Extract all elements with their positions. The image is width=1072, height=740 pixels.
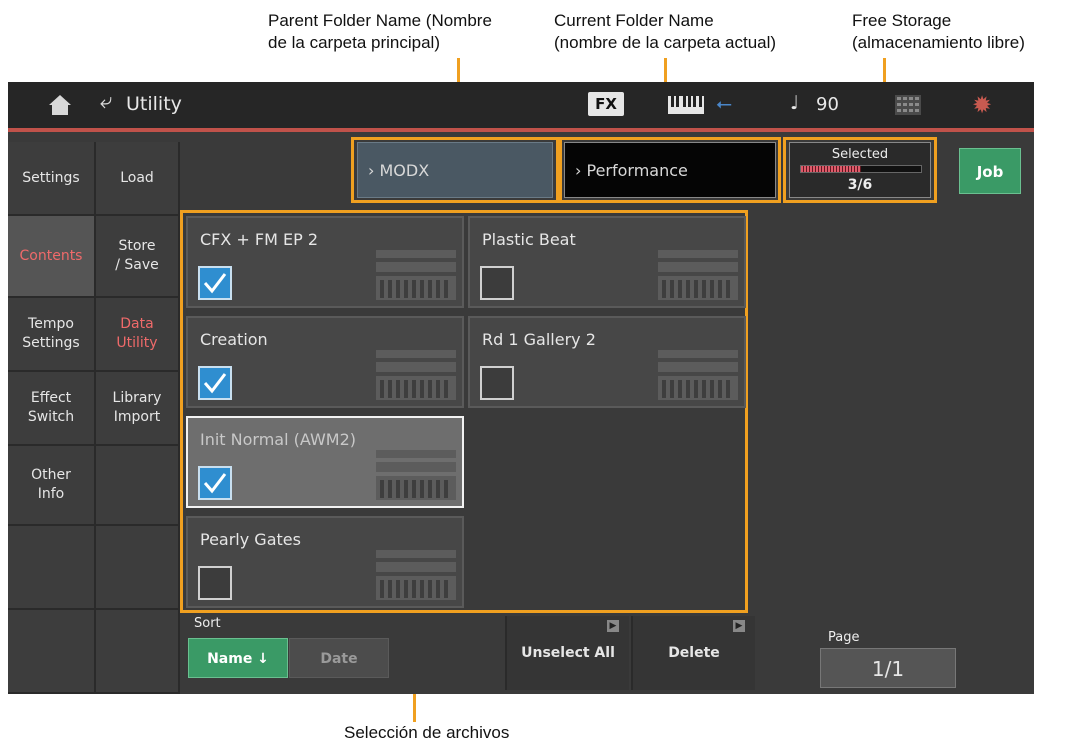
parent-folder-highlight <box>351 137 559 203</box>
callout-free-storage-line1: Free Storage <box>852 11 952 30</box>
unselect-all-label: Unselect All <box>521 645 615 661</box>
tab-tempo-settings-label: Tempo Settings <box>22 316 80 351</box>
device-screen: ⤶ Utility FX ⭠ ♩ 90 ✹ Settings Contents … <box>8 82 1034 694</box>
file-name: Rd 1 Gallery 2 <box>482 330 596 349</box>
file-item[interactable]: Creation <box>186 316 464 408</box>
tab-load-label: Load <box>120 169 154 186</box>
keyboard-thumbnail-icon <box>374 546 458 606</box>
callout-free-storage-line2: (almacenamiento libre) <box>852 33 1025 52</box>
sort-label: Sort <box>194 616 221 631</box>
tab-store-save[interactable]: Store / Save <box>96 216 180 298</box>
file-checkbox[interactable] <box>198 266 232 300</box>
tab-library-import-label: Library Import <box>112 390 162 425</box>
keyboard-icon[interactable] <box>668 96 704 114</box>
page-value[interactable]: 1/1 <box>820 648 956 688</box>
sort-name-button[interactable]: Name ↓ <box>188 638 288 678</box>
keyboard-thumbnail-icon <box>374 346 458 406</box>
back-icon[interactable]: ⤶ <box>100 89 112 114</box>
callout-current-folder-line2: (nombre de la carpeta actual) <box>554 33 777 52</box>
tab-empty-1 <box>8 526 96 610</box>
grid-icon[interactable] <box>895 95 921 115</box>
header-accent-bar <box>8 128 1034 132</box>
tab-data-utility[interactable]: Data Utility <box>96 298 180 372</box>
file-item[interactable]: CFX + FM EP 2 <box>186 216 464 308</box>
tempo-value[interactable]: 90 <box>816 94 839 115</box>
file-checkbox[interactable] <box>198 566 232 600</box>
unselect-all-button[interactable]: ▶ Unselect All <box>505 616 629 690</box>
top-bar: ⤶ Utility FX ⭠ ♩ 90 ✹ <box>8 82 1034 132</box>
callout-parent-folder-line2: de la carpeta principal) <box>268 33 440 52</box>
file-checkbox[interactable] <box>198 366 232 400</box>
sort-date-button[interactable]: Date <box>289 638 389 678</box>
tab-empty-2 <box>8 610 96 694</box>
usb-icon: ⭠ <box>716 91 732 115</box>
callout-free-storage: Free Storage (almacenamiento libre) <box>852 10 1025 54</box>
file-item[interactable]: Plastic Beat <box>468 216 746 308</box>
tab-other-info-label: Other Info <box>31 467 71 502</box>
file-item[interactable]: Rd 1 Gallery 2 <box>468 316 746 408</box>
tab-contents[interactable]: Contents <box>8 216 96 298</box>
storage-highlight <box>783 137 937 203</box>
file-name: Creation <box>200 330 268 349</box>
file-checkbox[interactable] <box>480 266 514 300</box>
file-name: Pearly Gates <box>200 530 301 549</box>
file-name: Plastic Beat <box>482 230 576 249</box>
page-title: Utility <box>126 93 182 115</box>
tab-empty-5 <box>96 610 180 694</box>
tab-empty-3 <box>96 446 180 526</box>
tab-settings[interactable]: Settings <box>8 142 96 216</box>
home-icon[interactable] <box>48 94 72 116</box>
keyboard-thumbnail-icon <box>656 346 740 406</box>
page-label: Page <box>828 630 860 645</box>
callout-current-folder: Current Folder Name (nombre de la carpet… <box>554 10 776 54</box>
tab-library-import[interactable]: Library Import <box>96 372 180 446</box>
job-button[interactable]: Job <box>959 148 1021 194</box>
quarter-note-icon: ♩ <box>790 92 799 114</box>
file-checkbox[interactable] <box>480 366 514 400</box>
file-item[interactable]: Init Normal (AWM2) <box>186 416 464 508</box>
callout-file-selection: Selección de archivos <box>344 723 510 740</box>
keyboard-thumbnail-icon <box>374 446 458 506</box>
delete-label: Delete <box>668 645 720 661</box>
callout-parent-folder: Parent Folder Name (Nombre de la carpeta… <box>268 10 492 54</box>
tab-empty-4 <box>96 526 180 610</box>
tab-settings-label: Settings <box>22 169 80 186</box>
tab-effect-switch-label: Effect Switch <box>27 390 75 425</box>
keyboard-thumbnail-icon <box>656 246 740 306</box>
tab-other-info[interactable]: Other Info <box>8 446 96 526</box>
delete-button[interactable]: ▶ Delete <box>631 616 755 690</box>
tab-data-utility-label: Data Utility <box>116 316 158 351</box>
current-folder-highlight <box>559 137 781 203</box>
file-name: Init Normal (AWM2) <box>200 430 356 449</box>
file-item[interactable]: Pearly Gates <box>186 516 464 608</box>
gear-icon[interactable]: ✹ <box>972 91 992 119</box>
tab-contents-label: Contents <box>19 247 83 264</box>
play-arrow-icon: ▶ <box>607 620 619 632</box>
tab-store-save-label: Store / Save <box>115 238 159 273</box>
tab-effect-switch[interactable]: Effect Switch <box>8 372 96 446</box>
tab-load[interactable]: Load <box>96 142 180 216</box>
play-arrow-icon: ▶ <box>733 620 745 632</box>
callout-current-folder-line1: Current Folder Name <box>554 11 714 30</box>
tab-tempo-settings[interactable]: Tempo Settings <box>8 298 96 372</box>
callout-parent-folder-line1: Parent Folder Name (Nombre <box>268 11 492 30</box>
file-name: CFX + FM EP 2 <box>200 230 319 249</box>
file-checkbox[interactable] <box>198 466 232 500</box>
keyboard-thumbnail-icon <box>374 246 458 306</box>
fx-badge[interactable]: FX <box>588 92 624 116</box>
